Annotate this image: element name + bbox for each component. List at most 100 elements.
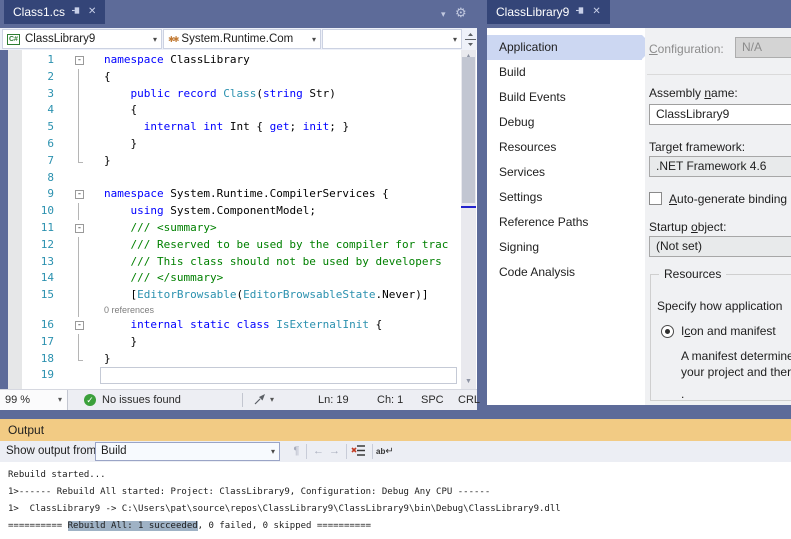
show-output-from-label: Show output from: xyxy=(6,445,100,457)
line-number: 1 xyxy=(47,53,54,66)
zoom-level-dropdown[interactable]: 99 % ▾ xyxy=(0,390,68,410)
fold-guide-line xyxy=(74,350,85,368)
resources-legend: Resources xyxy=(659,267,727,281)
code-cleanup-button[interactable]: ▾ xyxy=(253,393,274,406)
code-line-14: 14 /// </summary> xyxy=(0,270,458,287)
line-number: 14 xyxy=(40,271,54,285)
close-icon[interactable]: ✕ xyxy=(88,7,96,17)
code-line-6: 6 } xyxy=(0,135,458,153)
icon-and-manifest-radio[interactable] xyxy=(661,325,674,338)
output-log[interactable]: Rebuild started... 1>------ Rebuild All s… xyxy=(0,462,791,539)
output-line: Rebuild started... xyxy=(8,470,106,480)
line-indicator[interactable]: Ln: 19 xyxy=(318,390,349,410)
props-menu-item-build[interactable]: Build xyxy=(487,60,642,85)
column-indicator[interactable]: Ch: 1 xyxy=(377,390,403,410)
csharp-project-icon: C# xyxy=(7,33,20,45)
wrap-ab-glyph: ab xyxy=(376,447,386,456)
props-menu-item-resources[interactable]: Resources xyxy=(487,135,642,160)
code-line-18: 18} xyxy=(0,350,458,368)
startup-object-dropdown[interactable]: (Not set) xyxy=(649,236,791,257)
code-text: /// <summary> xyxy=(104,220,217,234)
separator xyxy=(306,444,307,459)
props-menu-item-settings[interactable]: Settings xyxy=(487,185,642,210)
editor-status-bar: 99 % ▾ ✓ No issues found ▾ Ln: 19 Ch: 1 … xyxy=(0,389,480,410)
code-line-15: 15 [EditorBrowsable(EditorBrowsableState… xyxy=(0,287,458,304)
clear-all-button[interactable] xyxy=(350,443,367,460)
fold-guide-line xyxy=(74,287,85,304)
assembly-name-input[interactable]: ClassLibrary9 xyxy=(649,104,791,125)
dropdown-arrow-icon: ▾ xyxy=(57,395,62,404)
props-menu-item-code-analysis[interactable]: Code Analysis xyxy=(487,260,642,285)
find-message-button[interactable]: ¶ xyxy=(288,443,305,460)
output-toolbar: Show output from: Build ▾ ¶ ← → ab↵ xyxy=(0,441,791,462)
fold-collapse-icon[interactable]: - xyxy=(75,190,84,200)
editor-navigation-bar: C# ClassLibrary9 ▾ ✱✱ System.Runtime.Com… xyxy=(0,28,477,50)
code-line-10: 10 using System.ComponentModel; xyxy=(0,203,458,220)
fold-collapse-icon[interactable]: - xyxy=(75,223,84,233)
health-text: No issues found xyxy=(102,394,181,406)
scroll-down-arrow[interactable]: ▼ xyxy=(461,375,476,389)
code-text: /// This class should not be used by dev… xyxy=(104,254,442,268)
code-text: } xyxy=(104,153,111,167)
props-menu-item-build-events[interactable]: Build Events xyxy=(487,85,642,110)
props-menu-item-debug[interactable]: Debug xyxy=(487,110,642,135)
project-dropdown[interactable]: C# ClassLibrary9 ▾ xyxy=(2,29,162,49)
gear-icon[interactable]: ⚙ xyxy=(455,5,467,21)
fold-guide-line xyxy=(74,253,85,271)
scrollbar-thumb[interactable] xyxy=(462,57,475,203)
dropdown-arrow-icon: ▾ xyxy=(311,34,316,44)
line-number: 9 xyxy=(47,187,54,201)
vertical-scrollbar[interactable]: ▲ ▼ xyxy=(461,50,476,389)
tab-classlibrary9[interactable]: ClassLibrary9 ✕ xyxy=(487,0,610,24)
show-output-from-dropdown[interactable]: Build ▾ xyxy=(95,442,280,461)
code-line-7: 7} xyxy=(0,152,458,170)
code-text: internal static class IsExternalInit { xyxy=(130,317,383,331)
vs-window: Class1.cs ✕ ▾ ⚙ C# ClassLibrary9 ▾ ✱✱ Sy… xyxy=(0,0,791,539)
startup-object-label: Startup object: xyxy=(649,220,727,234)
pin-icon[interactable] xyxy=(576,6,585,18)
word-wrap-button[interactable]: ab↵ xyxy=(376,443,394,460)
codelens-references[interactable]: 0 references xyxy=(104,304,154,317)
target-framework-dropdown[interactable]: .NET Framework 4.6 xyxy=(649,156,791,177)
code-text: } xyxy=(104,136,138,150)
prev-message-button[interactable]: ← xyxy=(310,443,327,460)
type-dropdown[interactable]: ✱✱ System.Runtime.Com ▾ xyxy=(163,29,321,49)
chevron-down-icon[interactable]: ▾ xyxy=(441,9,446,20)
fold-collapse-icon[interactable]: - xyxy=(75,320,84,330)
auto-generate-binding-checkbox[interactable] xyxy=(649,192,662,205)
fold-guide-line xyxy=(74,303,85,317)
output-panel-title[interactable]: Output xyxy=(0,419,791,441)
code-editor[interactable]: 1- namespace ClassLibrary 2{3 public recor… xyxy=(0,50,477,389)
insert-mode-indicator[interactable]: SPC xyxy=(421,390,444,410)
fold-collapse-icon[interactable]: - xyxy=(75,56,84,65)
code-line-9: 9 - namespace System.Runtime.CompilerServi… xyxy=(0,186,458,203)
split-editor-handle[interactable] xyxy=(464,29,477,49)
fold-guide-line xyxy=(74,85,85,103)
output-line: 1> ClassLibrary9 -> C:\Users\pat\source\… xyxy=(8,504,561,514)
fold-guide-line xyxy=(74,135,85,153)
code-line-2: 2{ xyxy=(0,68,458,86)
tab-title: Class1.cs xyxy=(13,5,66,19)
codelens-row: 0 references xyxy=(0,303,458,317)
props-menu-item-reference-paths[interactable]: Reference Paths xyxy=(487,210,642,235)
manifest-description-line2: your project and ther xyxy=(681,365,791,379)
close-icon[interactable]: ✕ xyxy=(592,7,600,17)
pin-icon[interactable] xyxy=(72,6,81,18)
props-menu-item-services[interactable]: Services xyxy=(487,160,642,185)
code-text: [EditorBrowsable(EditorBrowsableState.Ne… xyxy=(104,288,429,302)
code-text: public record Class(string Str) xyxy=(130,86,336,100)
props-menu-item-signing[interactable]: Signing xyxy=(487,235,642,260)
tab-class1cs[interactable]: Class1.cs ✕ xyxy=(4,0,106,24)
separator xyxy=(346,444,347,459)
member-dropdown[interactable]: ▾ xyxy=(322,29,462,49)
dropdown-arrow-icon: ▾ xyxy=(270,447,275,456)
line-ending-indicator[interactable]: CRL xyxy=(458,390,480,410)
line-number: 2 xyxy=(47,69,54,83)
next-message-button[interactable]: → xyxy=(326,443,343,460)
props-menu-item-application[interactable]: Application xyxy=(487,35,654,60)
project-properties-panel: Application Build Build Events Debug Resourc… xyxy=(487,28,791,405)
line-number: 6 xyxy=(47,136,54,150)
build-summary-selection: Rebuild All: 1 succeeded xyxy=(67,521,198,531)
health-indicator[interactable]: ✓ No issues found xyxy=(84,390,181,410)
line-number: 8 xyxy=(47,170,54,184)
